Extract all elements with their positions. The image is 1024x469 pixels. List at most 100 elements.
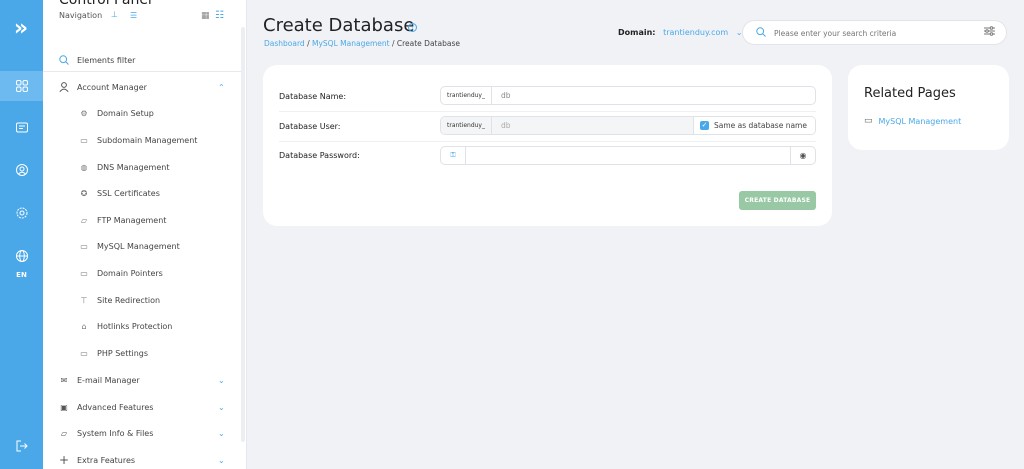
sidebar-item-label: PHP Settings bbox=[97, 348, 149, 358]
sidebar-item-label: Subdomain Management bbox=[97, 135, 198, 145]
db-name-field[interactable]: trantienduy_ db bbox=[440, 86, 816, 105]
filter-sliders-icon[interactable] bbox=[984, 26, 995, 39]
settings-icon[interactable] bbox=[0, 198, 43, 228]
person-icon bbox=[58, 81, 70, 93]
dashboard-icon[interactable] bbox=[0, 71, 43, 101]
sidebar-item-label: E-mail Manager bbox=[77, 375, 140, 385]
elements-filter-label: Elements filter bbox=[77, 55, 136, 65]
folder-icon: ▱ bbox=[60, 428, 68, 438]
sidebar-item-site-redirection[interactable]: ⊤ Site Redirection bbox=[78, 294, 161, 306]
database-icon: ▭ bbox=[80, 241, 88, 251]
sidebar-item-domain-setup[interactable]: ⚙ Domain Setup bbox=[78, 107, 154, 119]
sidebar-item-label: Domain Pointers bbox=[97, 268, 163, 278]
divider bbox=[43, 71, 243, 72]
sidebar-item-label: Hotlinks Protection bbox=[97, 321, 173, 331]
sidebar-item-subdomain-management[interactable]: ▭ Subdomain Management bbox=[78, 134, 197, 146]
breadcrumb-mysql[interactable]: MySQL Management bbox=[312, 39, 390, 48]
user-icon[interactable] bbox=[0, 155, 43, 185]
related-link-mysql[interactable]: ▭ MySQL Management bbox=[864, 116, 961, 126]
generate-key-icon[interactable]: ⚿ bbox=[441, 147, 466, 164]
related-pages-card: Related Pages ▭ MySQL Management bbox=[848, 65, 1009, 150]
globe-icon[interactable] bbox=[0, 241, 43, 271]
sidebar-item-dns-management[interactable]: ◍ DNS Management bbox=[78, 161, 170, 173]
signpost-icon: ⊤ bbox=[80, 295, 88, 305]
sidebar-item-label: DNS Management bbox=[97, 162, 170, 172]
sidebar-item-account-manager[interactable]: Account Manager ⌃ bbox=[58, 81, 225, 93]
db-user-label: Database User: bbox=[279, 122, 341, 131]
breadcrumb-current: Create Database bbox=[396, 39, 460, 48]
db-name-label: Database Name: bbox=[279, 92, 347, 101]
same-as-db-checkbox[interactable]: ✓ Same as database name bbox=[693, 117, 815, 134]
breadcrumb-dashboard[interactable]: Dashboard bbox=[264, 39, 305, 48]
sidebar-item-label: MySQL Management bbox=[97, 241, 180, 251]
sidebar-item-label: System Info & Files bbox=[77, 428, 154, 438]
certificate-icon: ✪ bbox=[80, 188, 88, 198]
sidebar-item-domain-pointers[interactable]: ▭ Domain Pointers bbox=[78, 267, 163, 279]
sidebar-item-ssl-certificates[interactable]: ✪ SSL Certificates bbox=[78, 187, 160, 199]
search-input[interactable] bbox=[774, 26, 974, 40]
folder-icon: ▱ bbox=[80, 215, 88, 225]
sidebar-item-advanced-features[interactable]: ▣ Advanced Features ⌄ bbox=[58, 401, 224, 413]
message-icon[interactable] bbox=[0, 113, 43, 143]
sidebar-item-ftp-management[interactable]: ▱ FTP Management bbox=[78, 214, 167, 226]
search-box[interactable] bbox=[742, 20, 1007, 45]
language-label[interactable]: EN bbox=[0, 271, 43, 279]
sidebar-scrollbar[interactable] bbox=[241, 27, 245, 442]
database-icon: ▭ bbox=[864, 116, 873, 126]
db-password-input[interactable] bbox=[466, 147, 790, 164]
sidebar-item-label: Domain Setup bbox=[97, 108, 154, 118]
logo-icon[interactable]: » bbox=[10, 18, 32, 40]
sidebar-item-email-manager[interactable]: ✉ E-mail Manager ⌄ bbox=[58, 374, 225, 386]
logout-icon[interactable] bbox=[0, 431, 43, 461]
create-database-button[interactable]: CREATE DATABASE bbox=[739, 191, 816, 210]
sidebar-item-hotlinks-protection[interactable]: ⌂ Hotlinks Protection bbox=[78, 320, 172, 332]
breadcrumb: Dashboard / MySQL Management / Create Da… bbox=[264, 39, 460, 48]
sidebar: Control Panel Navigation ⊥ ☰ ▦ ☷ Element… bbox=[43, 0, 247, 469]
chevron-up-icon: ⌃ bbox=[218, 82, 225, 92]
list-toggle-icon[interactable]: ☷ bbox=[215, 10, 224, 21]
mail-icon: ✉ bbox=[60, 375, 68, 385]
related-link-label[interactable]: MySQL Management bbox=[879, 117, 962, 126]
same-as-db-label: Same as database name bbox=[714, 121, 807, 130]
grid-view-icon[interactable]: ▦ bbox=[201, 11, 210, 21]
icon-rail: » EN bbox=[0, 0, 43, 469]
sidebar-item-label: FTP Management bbox=[97, 215, 167, 225]
domain-value[interactable]: trantienduy.com bbox=[663, 28, 728, 37]
chevron-down-icon: ⌄ bbox=[218, 375, 225, 385]
db-password-field[interactable]: ⚿ ◉ bbox=[440, 146, 816, 165]
sidebar-item-label: Site Redirection bbox=[97, 295, 161, 305]
search-icon bbox=[756, 27, 766, 40]
domain-label: Domain: bbox=[618, 28, 656, 37]
checkmark-icon[interactable]: ✓ bbox=[700, 121, 709, 130]
divider bbox=[279, 111, 816, 112]
sidebar-item-label: SSL Certificates bbox=[97, 188, 160, 198]
divider bbox=[279, 141, 816, 142]
db-name-input[interactable]: db bbox=[492, 87, 815, 104]
pointer-icon: ▭ bbox=[80, 268, 88, 278]
elements-filter[interactable]: Elements filter bbox=[58, 54, 135, 66]
list-view-icon[interactable]: ☰ bbox=[130, 11, 137, 20]
chevron-down-icon: ⌄ bbox=[218, 402, 225, 412]
sidebar-item-extra-features[interactable]: + Extra Features ⌄ bbox=[58, 453, 225, 467]
sidebar-item-label: Advanced Features bbox=[77, 402, 154, 412]
pin-icon[interactable]: ⊥ bbox=[111, 10, 118, 19]
domain-selector[interactable]: Domain: trantienduy.com ⌄ bbox=[618, 28, 742, 37]
navigation-label: Navigation bbox=[59, 11, 103, 20]
sidebar-item-php-settings[interactable]: ▭ PHP Settings bbox=[78, 347, 148, 359]
db-user-field[interactable]: trantienduy_ db ✓ Same as database name bbox=[440, 116, 816, 135]
advanced-icon: ▣ bbox=[60, 402, 68, 412]
www-globe-icon: ◍ bbox=[80, 162, 88, 172]
create-database-card: Database Name: trantienduy_ db Database … bbox=[263, 65, 832, 226]
db-name-prefix: trantienduy_ bbox=[441, 87, 492, 104]
sidebar-item-system-info[interactable]: ▱ System Info & Files ⌄ bbox=[58, 427, 225, 439]
sidebar-item-label: Account Manager bbox=[77, 82, 147, 92]
sidebar-title: Control Panel bbox=[59, 0, 152, 8]
plus-icon: + bbox=[58, 453, 70, 467]
monitor-icon: ▭ bbox=[80, 135, 88, 145]
db-user-prefix: trantienduy_ bbox=[441, 117, 492, 134]
sidebar-item-label: Extra Features bbox=[77, 455, 136, 465]
sidebar-item-mysql-management[interactable]: ▭ MySQL Management bbox=[78, 240, 180, 252]
eye-icon[interactable]: ◉ bbox=[790, 147, 815, 164]
help-icon[interactable]: ? bbox=[408, 23, 417, 32]
php-icon: ▭ bbox=[80, 348, 88, 358]
